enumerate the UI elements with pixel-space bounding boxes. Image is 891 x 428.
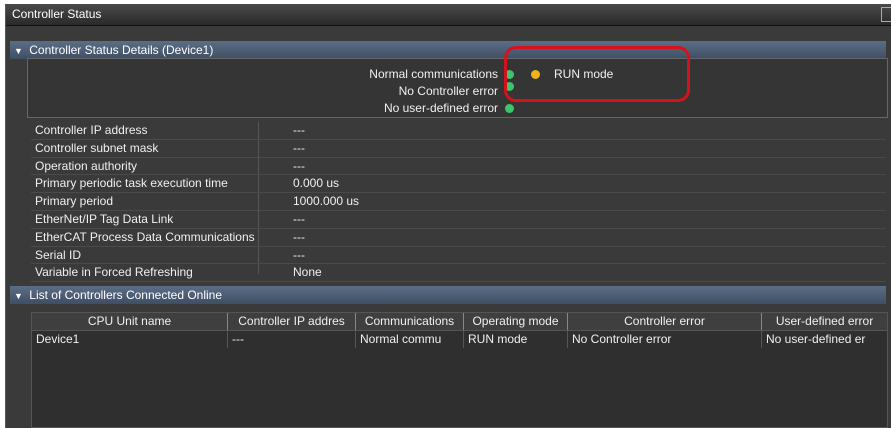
property-key: Primary period	[35, 194, 114, 209]
property-table: Controller IP address --- Controller subn…	[31, 122, 886, 283]
status-text: Normal communications	[369, 67, 498, 81]
property-row: Primary periodic task execution time 0.00…	[31, 175, 886, 194]
details-header-label: Controller Status Details (Device1)	[29, 43, 214, 57]
property-row: Primary period 1000.000 us	[31, 193, 886, 211]
status-line-controller-error: No Controller error	[28, 82, 887, 99]
collapse-triangle-icon[interactable]: ▼	[14, 291, 23, 301]
property-value: ---	[293, 123, 305, 137]
property-row: Variable in Forced Refreshing None	[31, 264, 886, 283]
window-title: Controller Status	[12, 7, 102, 21]
status-line-communications: Normal communications RUN mode	[28, 66, 887, 82]
property-row: Operation authority ---	[31, 158, 886, 176]
green-status-dot-icon	[505, 104, 514, 113]
status-text: No user-defined error	[383, 101, 498, 115]
property-row: Controller subnet mask ---	[31, 140, 886, 158]
property-row: EtherCAT Process Data Communications ---	[31, 229, 886, 247]
property-row: EtherNet/IP Tag Data Link ---	[31, 211, 886, 229]
property-value: ---	[293, 211, 305, 226]
cell-controller-error: No Controller error	[568, 331, 762, 348]
status-line-user-error: No user-defined error	[28, 100, 887, 116]
property-key: Operation authority	[35, 158, 138, 173]
column-header-communications[interactable]: Communications	[356, 313, 464, 330]
details-section-header[interactable]: ▼ Controller Status Details (Device1)	[10, 41, 886, 59]
cell-user-defined-error: No user-defined er	[766, 332, 866, 346]
property-row: Serial ID ---	[31, 247, 886, 265]
cell-operating-mode: RUN mode	[464, 331, 568, 348]
property-key: Controller subnet mask	[35, 140, 159, 155]
online-controllers-grid: CPU Unit name Controller IP addres Commu…	[31, 312, 888, 428]
property-value: ---	[293, 158, 305, 173]
property-value: ---	[293, 229, 305, 244]
cell-controller-ip: ---	[228, 331, 356, 348]
maximize-icon[interactable]	[881, 7, 891, 22]
property-key: EtherNet/IP Tag Data Link	[35, 211, 174, 226]
column-header-cpu-unit-name[interactable]: CPU Unit name	[32, 313, 228, 330]
property-value: ---	[293, 247, 305, 262]
property-key: EtherCAT Process Data Communications	[35, 229, 255, 244]
title-bar: Controller Status	[6, 4, 891, 26]
property-key: Serial ID	[35, 247, 82, 262]
column-header-controller-error[interactable]: Controller error	[568, 313, 762, 330]
highlight-annotation	[504, 46, 690, 102]
cell-cpu-unit-name: Device1	[32, 331, 228, 348]
property-key: Controller IP address	[35, 123, 148, 137]
property-row: Controller IP address ---	[31, 122, 886, 140]
collapse-triangle-icon[interactable]: ▼	[14, 46, 23, 56]
property-value: 1000.000 us	[293, 194, 360, 209]
column-header-operating-mode[interactable]: Operating mode	[464, 313, 568, 330]
property-value: 0.000 us	[293, 176, 340, 191]
property-value: None	[293, 265, 322, 280]
property-key: Primary periodic task execution time	[35, 176, 228, 191]
online-list-header-label: List of Controllers Connected Online	[29, 288, 223, 302]
status-text: No Controller error	[398, 84, 498, 98]
property-value: ---	[293, 140, 305, 155]
status-indicator-panel: Normal communications RUN mode No Contro…	[27, 58, 888, 118]
cell-communications: Normal commu	[356, 331, 464, 348]
online-list-section-header[interactable]: ▼ List of Controllers Connected Online	[10, 286, 886, 304]
property-key: Variable in Forced Refreshing	[35, 265, 193, 280]
table-row[interactable]: Device1 --- Normal commu RUN mode No Con…	[32, 331, 887, 348]
column-header-user-defined-error[interactable]: User-defined error	[762, 313, 887, 330]
grid-header-row: CPU Unit name Controller IP addres Commu…	[32, 313, 887, 331]
column-header-controller-ip[interactable]: Controller IP addres	[228, 313, 356, 330]
